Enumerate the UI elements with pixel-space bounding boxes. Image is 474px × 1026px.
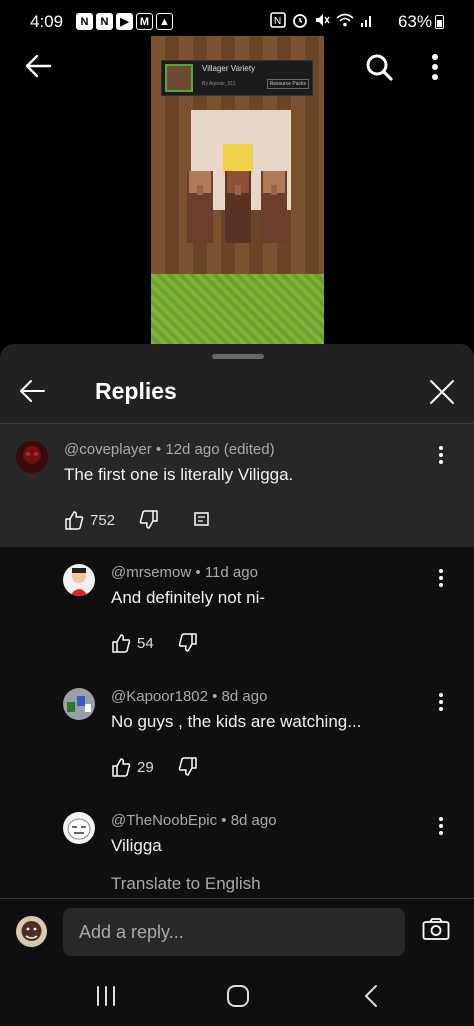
my-avatar	[16, 916, 47, 947]
nfc-icon: N	[270, 12, 286, 28]
back-arrow-icon[interactable]	[18, 378, 46, 404]
comment-actions: 29	[111, 755, 198, 779]
video-overlay-card: Villager Variety By Agente_511 Resource …	[161, 60, 313, 96]
system-nav-bar	[0, 972, 474, 1026]
wifi-icon	[336, 13, 354, 27]
overlay-tag: Resource Packs	[266, 79, 309, 89]
notification-icons: N N ▶ M ▲	[76, 13, 173, 30]
villager-figure	[225, 171, 251, 243]
back-arrow-icon[interactable]	[24, 53, 52, 79]
home-icon[interactable]	[226, 984, 250, 1008]
like-icon[interactable]	[111, 633, 131, 653]
youtube-notification-icon: ▶	[116, 13, 133, 30]
reply-comment: @Kapoor1802 • 8d ago No guys , the kids …	[0, 671, 474, 795]
status-time: 4:09	[30, 12, 64, 31]
comment-text: Viligga	[111, 836, 162, 855]
dislike-icon[interactable]	[178, 757, 198, 777]
villager-figure	[187, 171, 213, 243]
like-icon[interactable]	[111, 757, 131, 777]
comment-text: And definitely not ni-	[111, 588, 266, 607]
villager-figure	[261, 171, 287, 243]
comment-author-meta[interactable]: @TheNoobEpic • 8d ago	[111, 812, 277, 829]
comment-thread: @coveplayer • 12d ago (edited) The first…	[0, 423, 474, 898]
overlay-subtitle: By Agente_511	[202, 81, 236, 87]
svg-text:N: N	[274, 16, 281, 27]
comment-more-icon[interactable]	[437, 567, 445, 589]
close-icon[interactable]	[428, 378, 456, 406]
like-count: 752	[90, 511, 116, 529]
like-count: 29	[137, 758, 154, 776]
comment-more-icon[interactable]	[437, 691, 445, 713]
reply-icon[interactable]	[193, 511, 211, 529]
overlay-title: Villager Variety	[202, 64, 256, 73]
comment-actions: 54	[111, 631, 198, 655]
avatar[interactable]	[16, 441, 48, 473]
sheet-title: Replies	[95, 378, 177, 404]
mute-icon	[316, 14, 330, 26]
comment-author-meta[interactable]: @mrsemow • 11d ago	[111, 564, 258, 581]
signal-icon	[361, 16, 371, 27]
gallery-notification-icon: ▲	[156, 13, 173, 30]
comment-text: No guys , the kids are watching...	[111, 712, 362, 731]
avatar[interactable]	[63, 812, 95, 844]
gmail-notification-icon: M	[136, 13, 153, 30]
comment-actions: 752	[64, 508, 211, 532]
video-player[interactable]: Villager Variety By Agente_511 Resource …	[151, 36, 324, 344]
sheet-header: Replies	[0, 362, 474, 422]
translate-link[interactable]: Translate to English	[111, 874, 261, 894]
reply-bar	[0, 898, 474, 972]
nfc-notification-icon: N	[96, 13, 113, 30]
reply-comment: @mrsemow • 11d ago And definitely not ni…	[0, 547, 474, 671]
avatar[interactable]	[63, 564, 95, 596]
battery-percent: 63%	[397, 12, 432, 31]
like-icon[interactable]	[64, 510, 84, 530]
comment-author-meta[interactable]: @coveplayer • 12d ago (edited)	[64, 441, 275, 458]
video-grass	[151, 274, 324, 344]
overlay-thumbnail	[165, 64, 193, 92]
comment-author-meta[interactable]: @Kapoor1802 • 8d ago	[111, 688, 267, 705]
parent-comment: @coveplayer • 12d ago (edited) The first…	[0, 423, 474, 547]
dislike-icon[interactable]	[139, 510, 159, 530]
alarm-icon	[293, 14, 307, 28]
drag-handle[interactable]	[212, 354, 264, 359]
system-icons: N	[270, 12, 374, 28]
dislike-icon[interactable]	[178, 633, 198, 653]
avatar[interactable]	[63, 688, 95, 720]
recent-apps-icon[interactable]	[95, 984, 117, 1008]
like-count: 54	[137, 634, 154, 652]
comment-text: The first one is literally Viligga.	[64, 465, 294, 484]
comment-more-icon[interactable]	[437, 444, 445, 466]
comment-more-icon[interactable]	[437, 815, 445, 837]
nfc-notification-icon: N	[76, 13, 93, 30]
video-lamp	[223, 144, 253, 174]
search-icon[interactable]	[364, 52, 394, 82]
back-icon[interactable]	[362, 984, 380, 1008]
reply-input[interactable]	[63, 908, 405, 956]
battery-icon	[435, 15, 444, 29]
camera-icon[interactable]	[422, 917, 450, 941]
replies-sheet: Replies @coveplayer • 12d ago (edited) T…	[0, 344, 474, 1026]
more-options-icon[interactable]	[430, 52, 440, 82]
